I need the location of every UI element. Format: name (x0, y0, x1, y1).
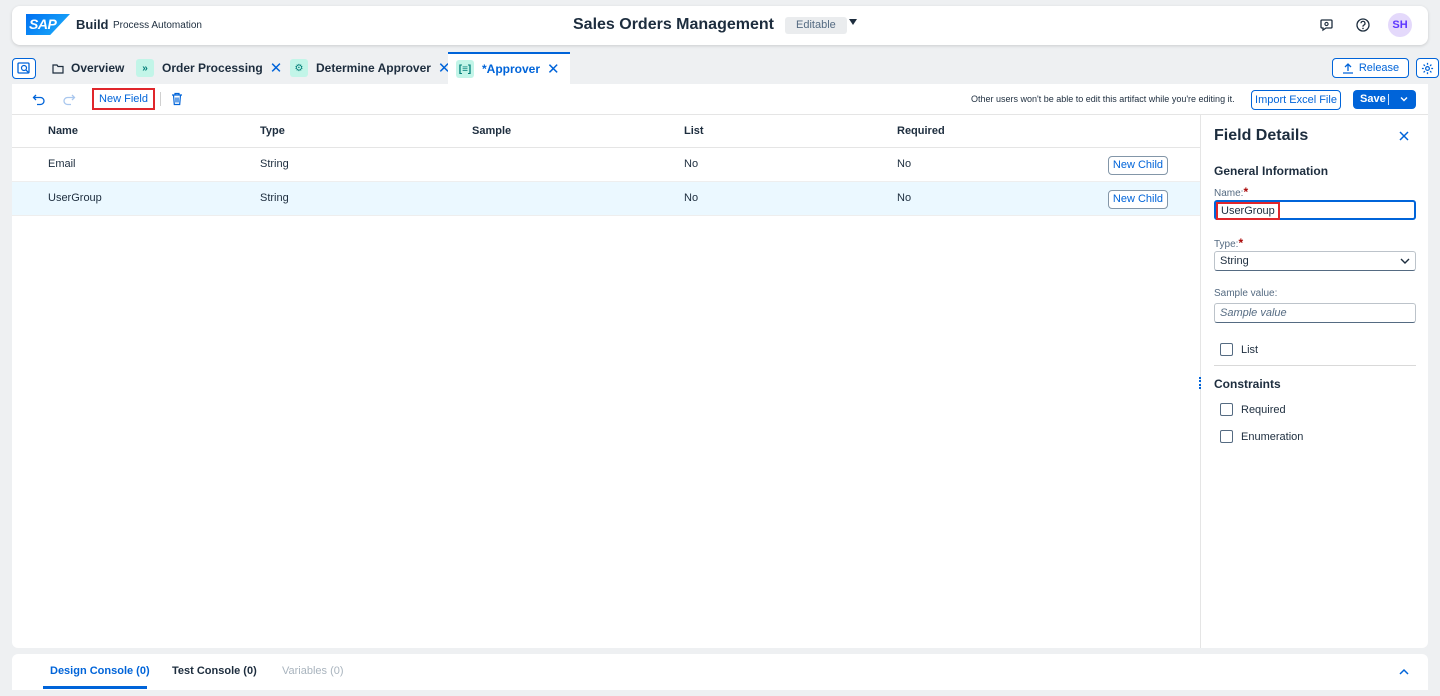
close-icon[interactable]: ✕ (270, 61, 283, 76)
editor-toolbar: New Field Other users won't be able to e… (12, 84, 1428, 115)
new-field-button[interactable]: New Field (92, 88, 155, 110)
settings-button[interactable] (1416, 58, 1439, 78)
save-button[interactable]: Save (1353, 90, 1416, 109)
cell-name: UserGroup (48, 192, 102, 204)
tab-approver[interactable]: [≡] *Approver ✕ (448, 52, 570, 84)
column-header-name[interactable]: Name (48, 115, 78, 148)
required-marker: * (1238, 236, 1244, 250)
tab-overview[interactable]: Overview (52, 52, 124, 84)
delete-icon[interactable] (170, 92, 184, 106)
tab-determine-approver[interactable]: ⚙ Determine Approver ✕ (290, 52, 451, 84)
cell-type: String (260, 192, 289, 204)
console-panel: Design Console (0) Test Console (0) Vari… (12, 654, 1428, 690)
artifact-tab-bar: Overview » Order Processing ✕ ⚙ Determin… (12, 52, 1439, 84)
shell-bar: SAP Build Process Automation Sales Order… (12, 6, 1428, 45)
sap-logo[interactable]: SAP (26, 14, 70, 35)
table-row[interactable]: Email String No No New Child (12, 148, 1200, 182)
table-row[interactable]: UserGroup String No No New Child (12, 182, 1200, 216)
release-button[interactable]: Release (1332, 58, 1409, 78)
fields-table: Name Type Sample List Required Email Str… (12, 115, 1200, 216)
editor-panel: New Field Other users won't be able to e… (12, 84, 1428, 648)
tab-variables: Variables (0) (282, 665, 344, 677)
tab-test-console[interactable]: Test Console (0) (172, 665, 257, 677)
column-header-required[interactable]: Required (897, 115, 945, 148)
process-icon: » (136, 59, 154, 77)
required-marker: * (1243, 185, 1249, 199)
required-checkbox[interactable]: Required (1220, 403, 1286, 416)
search-doc-icon (17, 62, 30, 74)
cell-type: String (260, 158, 289, 170)
close-icon[interactable] (1397, 129, 1411, 143)
folder-icon (52, 63, 64, 74)
sample-value-label: Sample value: (1214, 288, 1278, 299)
upload-icon (1342, 63, 1353, 74)
help-icon[interactable] (1356, 18, 1370, 32)
constraints-heading: Constraints (1214, 377, 1281, 391)
cell-required: No (897, 158, 912, 170)
redo-icon[interactable] (62, 92, 76, 106)
tab-design-console[interactable]: Design Console (0) (50, 665, 150, 677)
list-checkbox[interactable]: List (1220, 343, 1258, 356)
close-icon[interactable]: ✕ (547, 62, 560, 77)
gear-icon (1421, 62, 1434, 74)
status-badge: Editable (785, 17, 847, 34)
explorer-toggle-button[interactable] (12, 58, 36, 79)
cell-required: No (897, 192, 912, 204)
column-header-list[interactable]: List (684, 115, 704, 148)
project-title: Sales Orders Management (573, 16, 774, 33)
brand-subtitle: Process Automation (113, 20, 202, 31)
name-label: Name:* (1214, 185, 1249, 199)
type-label: Type:* (1214, 236, 1244, 250)
new-child-button[interactable]: New Child (1108, 156, 1168, 175)
cell-name: Email (48, 158, 76, 170)
sample-value-input[interactable]: Sample value (1214, 303, 1416, 323)
enumeration-checkbox[interactable]: Enumeration (1220, 430, 1303, 443)
lock-note: Other users won't be able to edit this a… (971, 94, 1235, 104)
undo-icon[interactable] (32, 92, 46, 106)
checkbox-box[interactable] (1220, 343, 1233, 356)
splitter-grip-icon[interactable] (1199, 377, 1201, 389)
section-divider (1214, 365, 1416, 366)
tab-order-processing[interactable]: » Order Processing ✕ (136, 52, 282, 84)
column-header-type[interactable]: Type (260, 115, 285, 148)
checkbox-box[interactable] (1220, 430, 1233, 443)
caret-down-icon[interactable] (849, 19, 857, 25)
toolbar-divider (160, 92, 161, 106)
name-field-value: UserGroup (1216, 202, 1280, 220)
checkbox-box[interactable] (1220, 403, 1233, 416)
brand-name: Build (76, 17, 109, 32)
feedback-icon[interactable] (1320, 18, 1334, 32)
column-header-sample[interactable]: Sample (472, 115, 511, 148)
cell-list: No (684, 158, 699, 170)
chevron-down-icon (1400, 258, 1410, 264)
type-select[interactable]: String (1214, 251, 1416, 271)
decision-icon: ⚙ (290, 59, 308, 77)
table-header: Name Type Sample List Required (12, 115, 1200, 148)
chevron-down-icon[interactable] (1397, 92, 1411, 106)
new-child-button[interactable]: New Child (1108, 190, 1168, 209)
general-information-heading: General Information (1214, 164, 1329, 178)
details-title: Field Details (1214, 127, 1309, 144)
active-tab-indicator (43, 686, 147, 689)
import-excel-button[interactable]: Import Excel File (1251, 90, 1341, 110)
user-avatar[interactable]: SH (1388, 13, 1412, 37)
cell-list: No (684, 192, 699, 204)
chevron-up-icon[interactable] (1398, 666, 1410, 678)
save-separator (1388, 94, 1389, 105)
data-type-icon: [≡] (456, 60, 474, 78)
name-field[interactable]: UserGroup (1214, 200, 1416, 220)
